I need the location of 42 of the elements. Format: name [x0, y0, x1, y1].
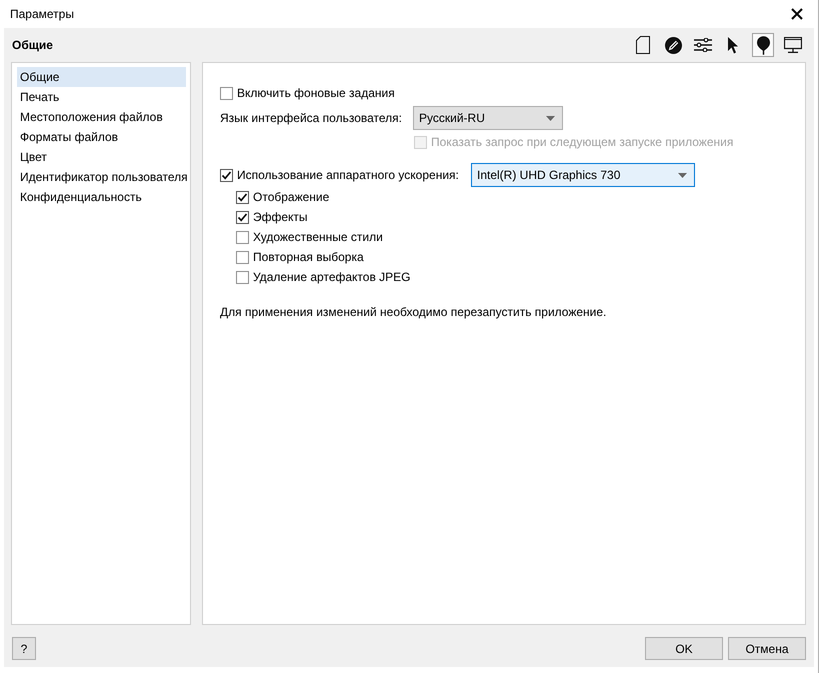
- caret-icon: [678, 172, 687, 178]
- checkbox[interactable]: [236, 270, 249, 284]
- pencil-disc-icon: [664, 36, 682, 54]
- checkbox[interactable]: [220, 168, 233, 182]
- restart-note: Для применения изменений необходимо перезапустить приложение.: [220, 305, 608, 319]
- close-icon: [791, 8, 803, 20]
- sidebar-item[interactable]: Местоположения файлов: [17, 107, 186, 127]
- checkbox-label: Повторная выборка: [253, 250, 364, 264]
- sliders-icon: [694, 38, 712, 52]
- toolbar-button[interactable]: [752, 33, 774, 57]
- pointer-icon: [728, 36, 738, 54]
- checkbox-label: Показать запрос при следующем запуске приложения: [431, 135, 734, 149]
- sidebar-item[interactable]: Форматы файлов: [17, 127, 186, 147]
- document-icon: [636, 36, 650, 54]
- checkbox[interactable]: [236, 210, 249, 224]
- checkbox[interactable]: [236, 230, 249, 244]
- sidebar-item[interactable]: Идентификатор пользователя: [17, 167, 186, 187]
- monitor-icon: [784, 37, 802, 53]
- ok-button[interactable]: OK: [645, 637, 723, 660]
- graphics-dropdown[interactable]: Intel(R) UHD Graphics 730: [471, 163, 695, 187]
- language-dropdown[interactable]: Русский-RU: [413, 106, 563, 130]
- sidebar-item[interactable]: Конфиденциальность: [17, 187, 186, 207]
- checkbox-label: Использование аппаратного ускорения:: [237, 168, 459, 182]
- checkbox-label: Включить фоновые задания: [237, 86, 395, 100]
- section-title: Общие: [12, 38, 53, 52]
- sidebar-item[interactable]: Печать: [17, 87, 186, 107]
- help-button[interactable]: ?: [12, 637, 36, 660]
- checkbox-label: Художественные стили: [253, 230, 383, 244]
- sidebar-item[interactable]: Общие: [17, 67, 186, 87]
- checkbox[interactable]: [220, 86, 233, 100]
- checkbox-label: Эффекты: [253, 210, 308, 224]
- close-button[interactable]: [790, 7, 804, 21]
- cancel-button[interactable]: Отмена: [728, 637, 806, 660]
- checkbox-label: Удаление артефактов JPEG: [253, 270, 411, 284]
- field-label: Язык интерфейса пользователя:: [220, 111, 403, 125]
- sidebar-item[interactable]: Цвет: [17, 147, 186, 167]
- checkbox[interactable]: [236, 190, 249, 204]
- balloon-icon: [756, 36, 770, 54]
- caret-icon: [546, 116, 555, 120]
- checkbox-label: Отображение: [253, 190, 330, 204]
- window-title: Параметры: [10, 7, 74, 21]
- checkbox[interactable]: [236, 250, 249, 264]
